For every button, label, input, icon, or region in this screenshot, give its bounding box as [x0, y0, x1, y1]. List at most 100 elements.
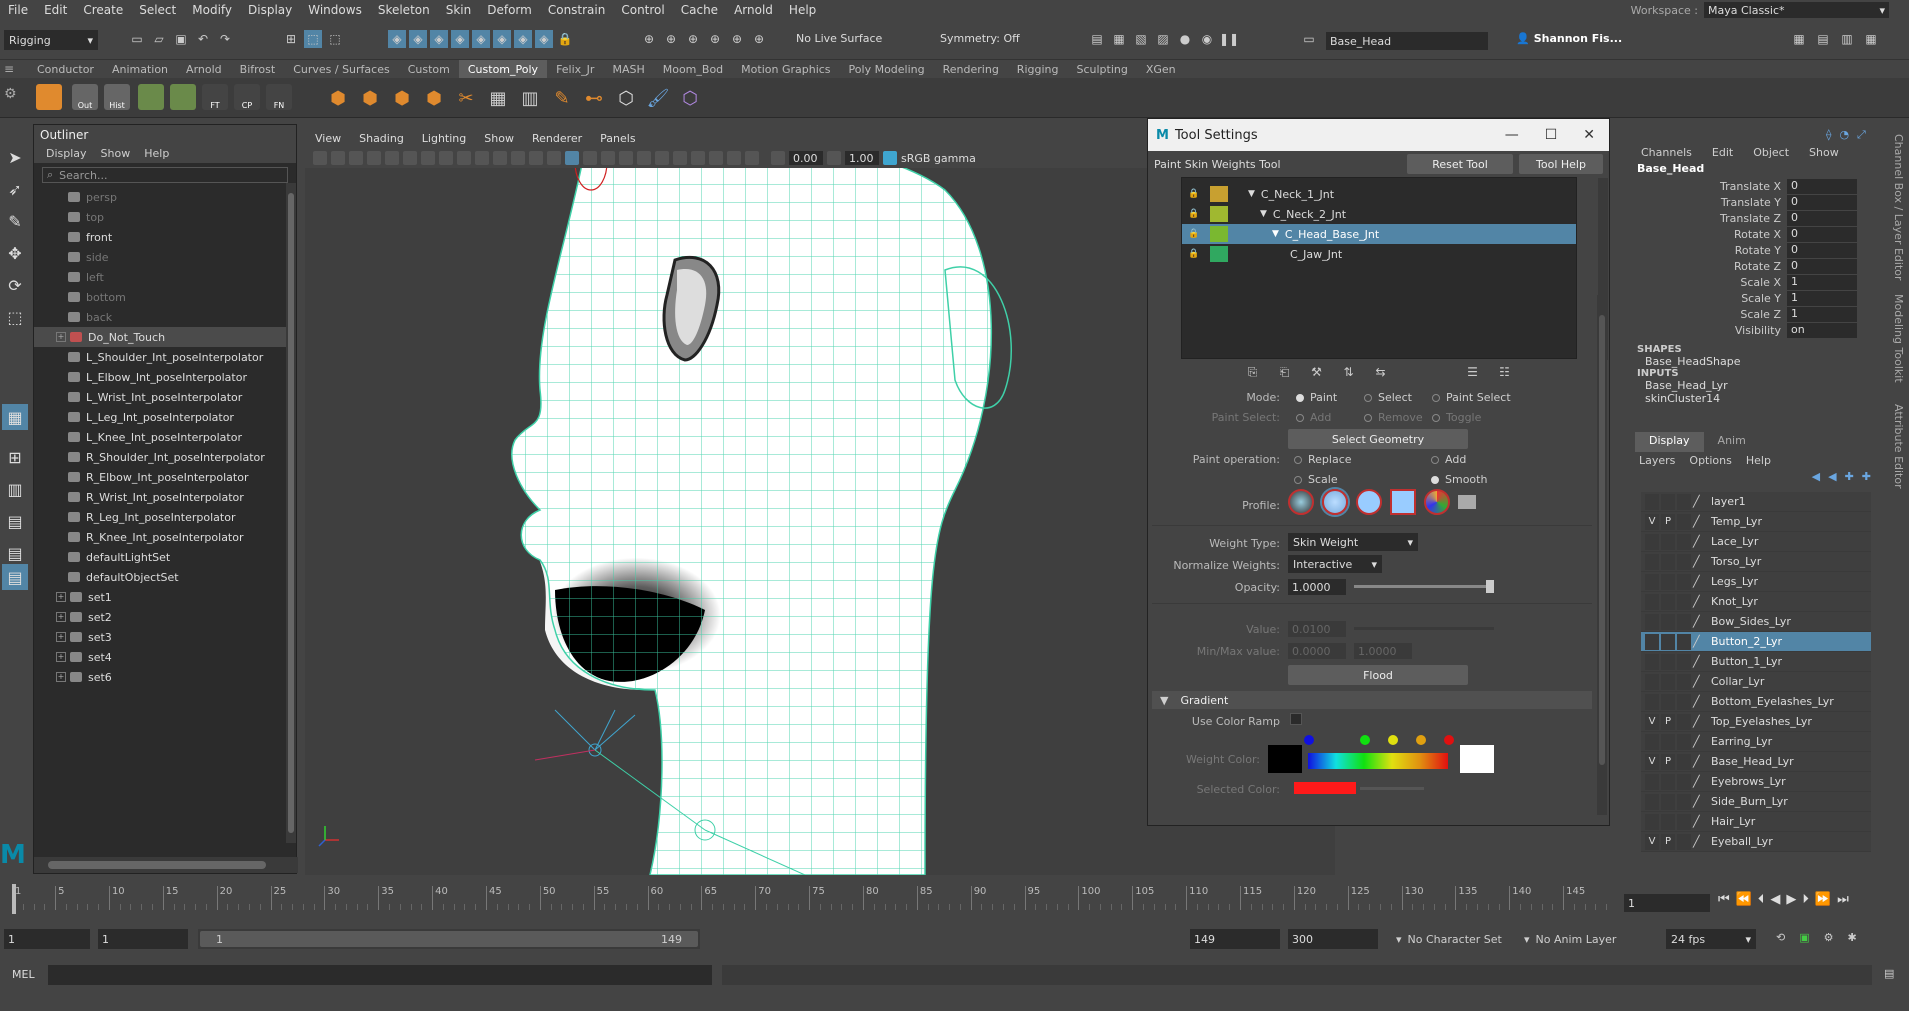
paste-weights-icon[interactable]: ⎗	[1276, 363, 1294, 381]
mask-dynamics-icon[interactable]: ◈	[493, 30, 511, 48]
channel-row[interactable]: Visibility on	[1635, 322, 1857, 338]
flood-button[interactable]: Flood	[1288, 665, 1468, 685]
influence-item[interactable]: 🔒 ▼ C_Neck_1_Jnt	[1182, 184, 1576, 204]
normalize-weights-dropdown[interactable]: Interactive ▾	[1288, 555, 1382, 573]
layer-row[interactable]: ╱ layer1	[1641, 492, 1871, 512]
layer-visibility-toggle[interactable]: V	[1645, 713, 1659, 730]
persp-hypershade-layout-icon[interactable]: ▤	[2, 540, 28, 566]
channel-value[interactable]: 0	[1787, 258, 1857, 274]
layer-playback-toggle[interactable]	[1661, 633, 1675, 650]
shelf-settings-icon[interactable]: ⚙	[4, 86, 18, 102]
channel-value[interactable]: 1	[1787, 306, 1857, 322]
render-settings-icon[interactable]: ▨	[1154, 30, 1172, 48]
outliner-item[interactable]: L_Knee_Int_poseInterpolator	[34, 427, 296, 447]
attribute-editor-icon[interactable]: ▤	[1814, 30, 1832, 48]
sculpt-icon[interactable]: ✎	[548, 84, 576, 112]
selected-color-slider[interactable]	[1360, 787, 1424, 790]
shelf-tab[interactable]: Rigging	[1008, 60, 1068, 78]
reset-tool-button[interactable]: Reset Tool	[1407, 154, 1513, 174]
field-chart-icon[interactable]	[493, 151, 507, 165]
shelf-tab[interactable]: Rendering	[934, 60, 1008, 78]
layer-color-icon[interactable]: ╱	[1693, 515, 1707, 528]
shelf-button[interactable]: CP	[234, 84, 260, 110]
ipr-render-icon[interactable]: ▧	[1132, 30, 1150, 48]
menu-windows[interactable]: Windows	[300, 3, 370, 17]
outliner-item[interactable]: R_Knee_Int_poseInterpolator	[34, 527, 296, 547]
outliner-item[interactable]: L_Leg_Int_poseInterpolator	[34, 407, 296, 427]
channelbox-menu-show[interactable]: Show	[1809, 144, 1839, 162]
weight-hammer-icon[interactable]: ⚒	[1308, 363, 1326, 381]
layer-playback-toggle[interactable]	[1661, 793, 1675, 810]
layer-menu-layers[interactable]: Layers	[1639, 452, 1675, 470]
outliner-item[interactable]: R_Wrist_Int_poseInterpolator	[34, 487, 296, 507]
ramp-marker[interactable]	[1416, 735, 1426, 745]
shelf-button[interactable]	[138, 84, 164, 110]
channel-row[interactable]: Rotate X 0	[1635, 226, 1857, 242]
undo-icon[interactable]: ↶	[194, 30, 212, 48]
outliner-item[interactable]: bottom	[34, 287, 296, 307]
outliner-item[interactable]: left	[34, 267, 296, 287]
layer-playback-toggle[interactable]	[1661, 773, 1675, 790]
layer-visibility-toggle[interactable]	[1645, 653, 1659, 670]
layer-color-icon[interactable]: ╱	[1693, 755, 1707, 768]
current-time-marker[interactable]	[12, 884, 16, 914]
expand-icon[interactable]: +	[56, 332, 66, 342]
opacity-slider[interactable]	[1354, 580, 1494, 593]
workspace-dropdown[interactable]: Maya Classic* ▾	[1704, 2, 1889, 18]
layer-color-icon[interactable]: ╱	[1693, 595, 1707, 608]
render-frame-icon[interactable]: ▦	[1110, 30, 1128, 48]
symmetry-setting[interactable]: Symmetry: Off	[940, 32, 1020, 45]
select-camera-icon[interactable]	[313, 151, 327, 165]
layer-display-type-toggle[interactable]	[1677, 633, 1691, 650]
collapse-arrow-icon[interactable]: ▼	[1260, 209, 1267, 219]
modeling-toolkit-icon[interactable]: ▦	[1790, 30, 1808, 48]
menu-display[interactable]: Display	[240, 3, 300, 17]
solid-brush-icon[interactable]	[1356, 489, 1382, 515]
gradient-section-header[interactable]: ▼ Gradient	[1152, 691, 1592, 709]
menuset-dropdown[interactable]: Rigging ▾	[4, 30, 98, 50]
layer-display-type-toggle[interactable]	[1677, 653, 1691, 670]
xray-icon[interactable]	[727, 151, 741, 165]
layer-menu-options[interactable]: Options	[1689, 452, 1731, 470]
layer-display-type-toggle[interactable]	[1677, 833, 1691, 850]
outliner-item[interactable]: L_Wrist_Int_poseInterpolator	[34, 387, 296, 407]
layer-playback-toggle[interactable]: P	[1661, 713, 1675, 730]
menu-skin[interactable]: Skin	[438, 3, 480, 17]
gate-mask-icon[interactable]	[475, 151, 489, 165]
bevel-icon[interactable]: ⬢	[388, 84, 416, 112]
outliner-item[interactable]: defaultLightSet	[34, 547, 296, 567]
opacity-field[interactable]: 1.0000	[1288, 579, 1346, 595]
shelf-tab[interactable]: Curves / Surfaces	[284, 60, 399, 78]
layer-color-icon[interactable]: ╱	[1693, 675, 1707, 688]
layer-visibility-toggle[interactable]	[1645, 633, 1659, 650]
snap-curve-icon[interactable]: ⊕	[662, 30, 680, 48]
play-backwards-icon[interactable]: ◀	[1770, 892, 1780, 907]
shelf-tab[interactable]: Poly Modeling	[840, 60, 934, 78]
lock-icon[interactable]: 🔒	[1188, 189, 1202, 199]
expand-icon[interactable]: +	[56, 632, 66, 642]
mode-select-radio[interactable]: Select	[1364, 391, 1412, 404]
mask-render-icon[interactable]: ◈	[514, 30, 532, 48]
shelf-tab[interactable]: Conductor	[28, 60, 103, 78]
motion-blur-icon[interactable]	[655, 151, 669, 165]
layer-visibility-toggle[interactable]	[1645, 773, 1659, 790]
layer-playback-toggle[interactable]	[1661, 493, 1675, 510]
paint-select-tool-icon[interactable]: ✎	[2, 208, 28, 234]
channel-value[interactable]: 0	[1787, 242, 1857, 258]
range-bar[interactable]: 1 149	[198, 929, 700, 949]
layer-visibility-toggle[interactable]: V	[1645, 833, 1659, 850]
gaussian-brush-icon[interactable]	[1288, 489, 1314, 515]
viewport-menu-show[interactable]: Show	[484, 130, 514, 148]
step-forward-key-icon[interactable]: ⏩	[1815, 892, 1831, 907]
layer-display-type-toggle[interactable]	[1677, 593, 1691, 610]
wireframe-icon[interactable]	[529, 151, 543, 165]
weight-color-ramp[interactable]	[1308, 753, 1448, 769]
four-view-layout-icon[interactable]: ⊞	[2, 444, 28, 470]
layer-color-icon[interactable]: ╱	[1693, 835, 1707, 848]
view-transform-label[interactable]: sRGB gamma	[901, 152, 976, 165]
prefs-icon[interactable]: ✱	[1848, 931, 1857, 944]
new-layer-icon[interactable]: ✚	[1845, 470, 1854, 492]
outliner-vscrollbar[interactable]	[286, 183, 296, 843]
tool-settings-icon[interactable]: ▥	[1838, 30, 1856, 48]
outliner-search-input[interactable]: ⌕ Search...	[42, 167, 288, 183]
